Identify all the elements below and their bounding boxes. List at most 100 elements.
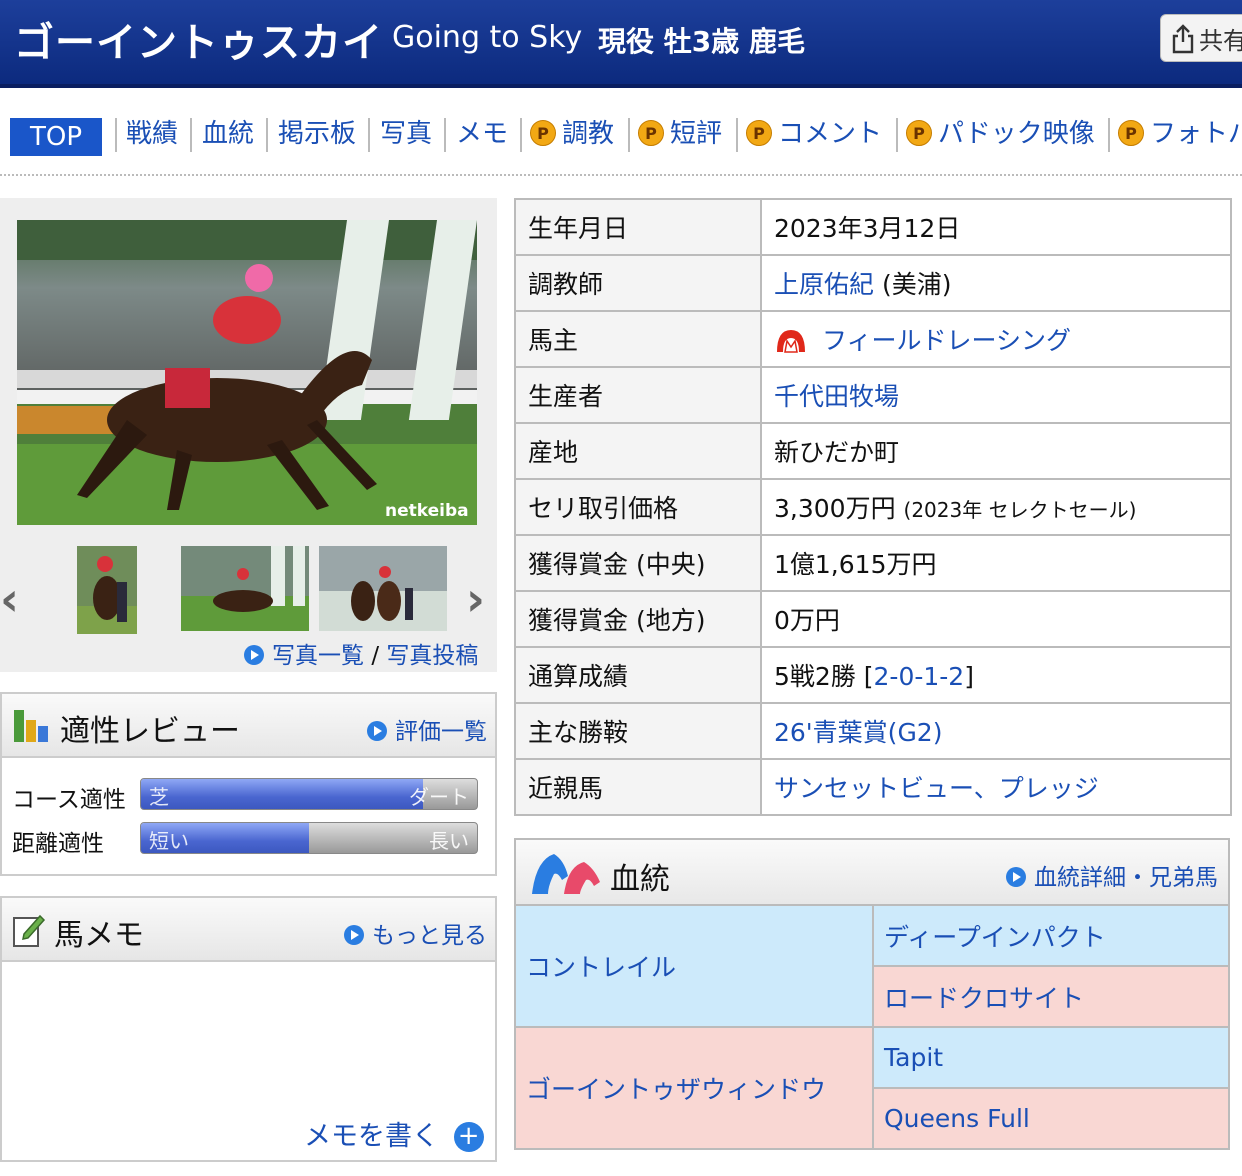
pedigree-horses-icon: [532, 854, 600, 894]
course-aptitude-bar: 芝 ダート: [140, 778, 478, 810]
profile-key: 産地: [514, 422, 762, 480]
horse-header: ゴーイントゥスカイ Going to Sky 現役 牡3歳 鹿毛 共有: [0, 0, 1242, 88]
profile-key: 獲得賞金 (地方): [514, 590, 762, 648]
table-row: 獲得賞金 (地方) 0万円: [514, 590, 1232, 648]
photo-list-link[interactable]: 写真一覧: [272, 643, 364, 669]
tab-photos[interactable]: 写真: [380, 112, 432, 156]
rating-list-link[interactable]: 評価一覧: [395, 719, 487, 745]
horse-race-photo: netkeiba: [17, 220, 477, 525]
profile-key: 近親馬: [514, 758, 762, 816]
premium-p-icon: P: [530, 120, 556, 146]
pedigree-detail-link[interactable]: 血統詳細・兄弟馬: [1034, 865, 1218, 891]
share-icon: [1172, 24, 1194, 54]
course-aptitude-label: コース適性: [12, 787, 126, 813]
profile-key: 獲得賞金 (中央): [514, 534, 762, 592]
photo-thumbnail[interactable]: [181, 546, 309, 631]
premium-p-icon: P: [746, 120, 772, 146]
prize-central: 1億1,615万円: [760, 534, 1232, 592]
auction-note: (2023年 セレクトセール): [903, 498, 1137, 522]
link-separator: /: [371, 643, 380, 669]
profile-key: 主な勝鞍: [514, 702, 762, 760]
arrow-circle-icon: [244, 645, 264, 665]
write-memo-button[interactable]: メモを書く +: [304, 1114, 484, 1153]
tab-photo-pa[interactable]: P フォトパ: [1118, 112, 1242, 156]
photo-thumbnail[interactable]: [77, 546, 137, 634]
record-summary: 5戦2勝: [774, 662, 856, 691]
profile-key: 通算成績: [514, 646, 762, 704]
birth-date: 2023年3月12日: [760, 198, 1232, 256]
trainer-region: (美浦): [881, 270, 952, 299]
pedigree-box: 血統 血統詳細・兄弟馬 コントレイル ディープインパクト ロードクロサイト ゴー…: [514, 838, 1230, 1150]
trainer-link[interactable]: 上原佑紀: [774, 270, 874, 299]
profile-key: 馬主: [514, 310, 762, 368]
course-aptitude-fill: [141, 779, 424, 809]
tab-memo[interactable]: メモ: [456, 112, 508, 156]
horse-name-ja: ゴーイントゥスカイ: [14, 20, 383, 66]
horse-status-info: 現役 牡3歳 鹿毛: [598, 25, 805, 58]
horse-tabs: TOP 戦績 血統 掲示板 写真 メモ P 調教 P 短評 P コメント P パドック映…: [0, 112, 1242, 156]
owner-link[interactable]: フィールドレーシング: [822, 326, 1071, 355]
bar-right-label: ダート: [409, 785, 469, 809]
dam-dam-link[interactable]: Queens Full: [874, 1089, 1228, 1148]
photo-panel: netkeiba ‹ › 写真一覧 / 写真投稿: [0, 198, 497, 672]
aptitude-title: 適性レビュー: [60, 714, 240, 749]
arrow-circle-icon: [367, 721, 387, 741]
table-row: 調教師 上原佑紀 (美浦): [514, 254, 1232, 312]
bar-right-label: 長い: [429, 829, 469, 853]
memo-title: 馬メモ: [54, 918, 144, 953]
table-row: 獲得賞金 (中央) 1億1,615万円: [514, 534, 1232, 592]
photo-post-link[interactable]: 写真投稿: [386, 643, 478, 669]
next-arrow-icon[interactable]: ›: [466, 572, 485, 626]
distance-aptitude-bar: 短い 長い: [140, 822, 478, 854]
owner-silks-icon: [777, 330, 805, 353]
breeder-link[interactable]: 千代田牧場: [774, 382, 899, 411]
profile-key: 生産者: [514, 366, 762, 424]
table-row: 通算成績 5戦2勝 [2-0-1-2]: [514, 646, 1232, 704]
main-horse-photo[interactable]: netkeiba: [17, 220, 477, 525]
bar-chart-icon: [14, 710, 48, 742]
main-win-link[interactable]: 26'青葉賞(G2): [774, 718, 942, 747]
premium-p-icon: P: [638, 120, 664, 146]
tab-training[interactable]: P 調教: [530, 112, 614, 156]
bar-left-label: 芝: [149, 785, 169, 809]
dam-sire-link[interactable]: Tapit: [874, 1028, 1228, 1087]
tab-comment[interactable]: P コメント: [746, 112, 882, 156]
tab-board[interactable]: 掲示板: [278, 112, 356, 156]
table-row: セリ取引価格 3,300万円 (2023年 セレクトセール): [514, 478, 1232, 536]
premium-p-icon: P: [1118, 120, 1144, 146]
prev-arrow-icon[interactable]: ‹: [0, 572, 19, 626]
tab-pedigree[interactable]: 血統: [202, 112, 254, 156]
pedigree-title: 血統: [610, 862, 670, 897]
more-memo-link[interactable]: もっと見る: [372, 923, 487, 949]
photo-watermark: netkeiba: [385, 501, 469, 521]
table-row: 産地 新ひだか町: [514, 422, 1232, 480]
distance-aptitude-label: 距離適性: [12, 831, 104, 857]
table-row: 近親馬 サンセットビュー、プレッジ: [514, 758, 1232, 816]
arrow-circle-icon: [344, 925, 364, 945]
tab-results[interactable]: 戦績: [126, 112, 178, 156]
horse-name-en: Going to Sky: [392, 20, 583, 55]
horse-memo-box: 馬メモ もっと見る メモを書く +: [0, 896, 497, 1162]
profile-key: 生年月日: [514, 198, 762, 256]
premium-p-icon: P: [906, 120, 932, 146]
record-detail-link[interactable]: 2-0-1-2: [874, 662, 965, 691]
table-row: 生年月日 2023年3月12日: [514, 198, 1232, 256]
dam-link[interactable]: ゴーイントゥザウィンドウ: [516, 1028, 872, 1148]
sire-dam-link[interactable]: ロードクロサイト: [874, 967, 1228, 1026]
sire-link[interactable]: コントレイル: [516, 906, 872, 1026]
profile-key: セリ取引価格: [514, 478, 762, 536]
relatives-link[interactable]: サンセットビュー、プレッジ: [774, 774, 1099, 803]
table-row: 主な勝鞍 26'青葉賞(G2): [514, 702, 1232, 760]
tab-short-review[interactable]: P 短評: [638, 112, 722, 156]
sire-sire-link[interactable]: ディープインパクト: [874, 906, 1228, 965]
bar-left-label: 短い: [149, 829, 189, 853]
auction-price: 3,300万円: [774, 494, 896, 523]
horse-profile-table: 生年月日 2023年3月12日 調教師 上原佑紀 (美浦) 馬主 フィールドレー…: [514, 198, 1232, 816]
photo-thumbnail[interactable]: [319, 546, 447, 631]
arrow-circle-icon: [1006, 867, 1026, 887]
share-button[interactable]: 共有: [1160, 14, 1242, 62]
memo-pencil-icon: [13, 914, 46, 947]
tab-paddock-video[interactable]: P パドック映像: [906, 112, 1095, 156]
plus-icon: +: [453, 1122, 484, 1152]
tab-top[interactable]: TOP: [10, 118, 102, 156]
